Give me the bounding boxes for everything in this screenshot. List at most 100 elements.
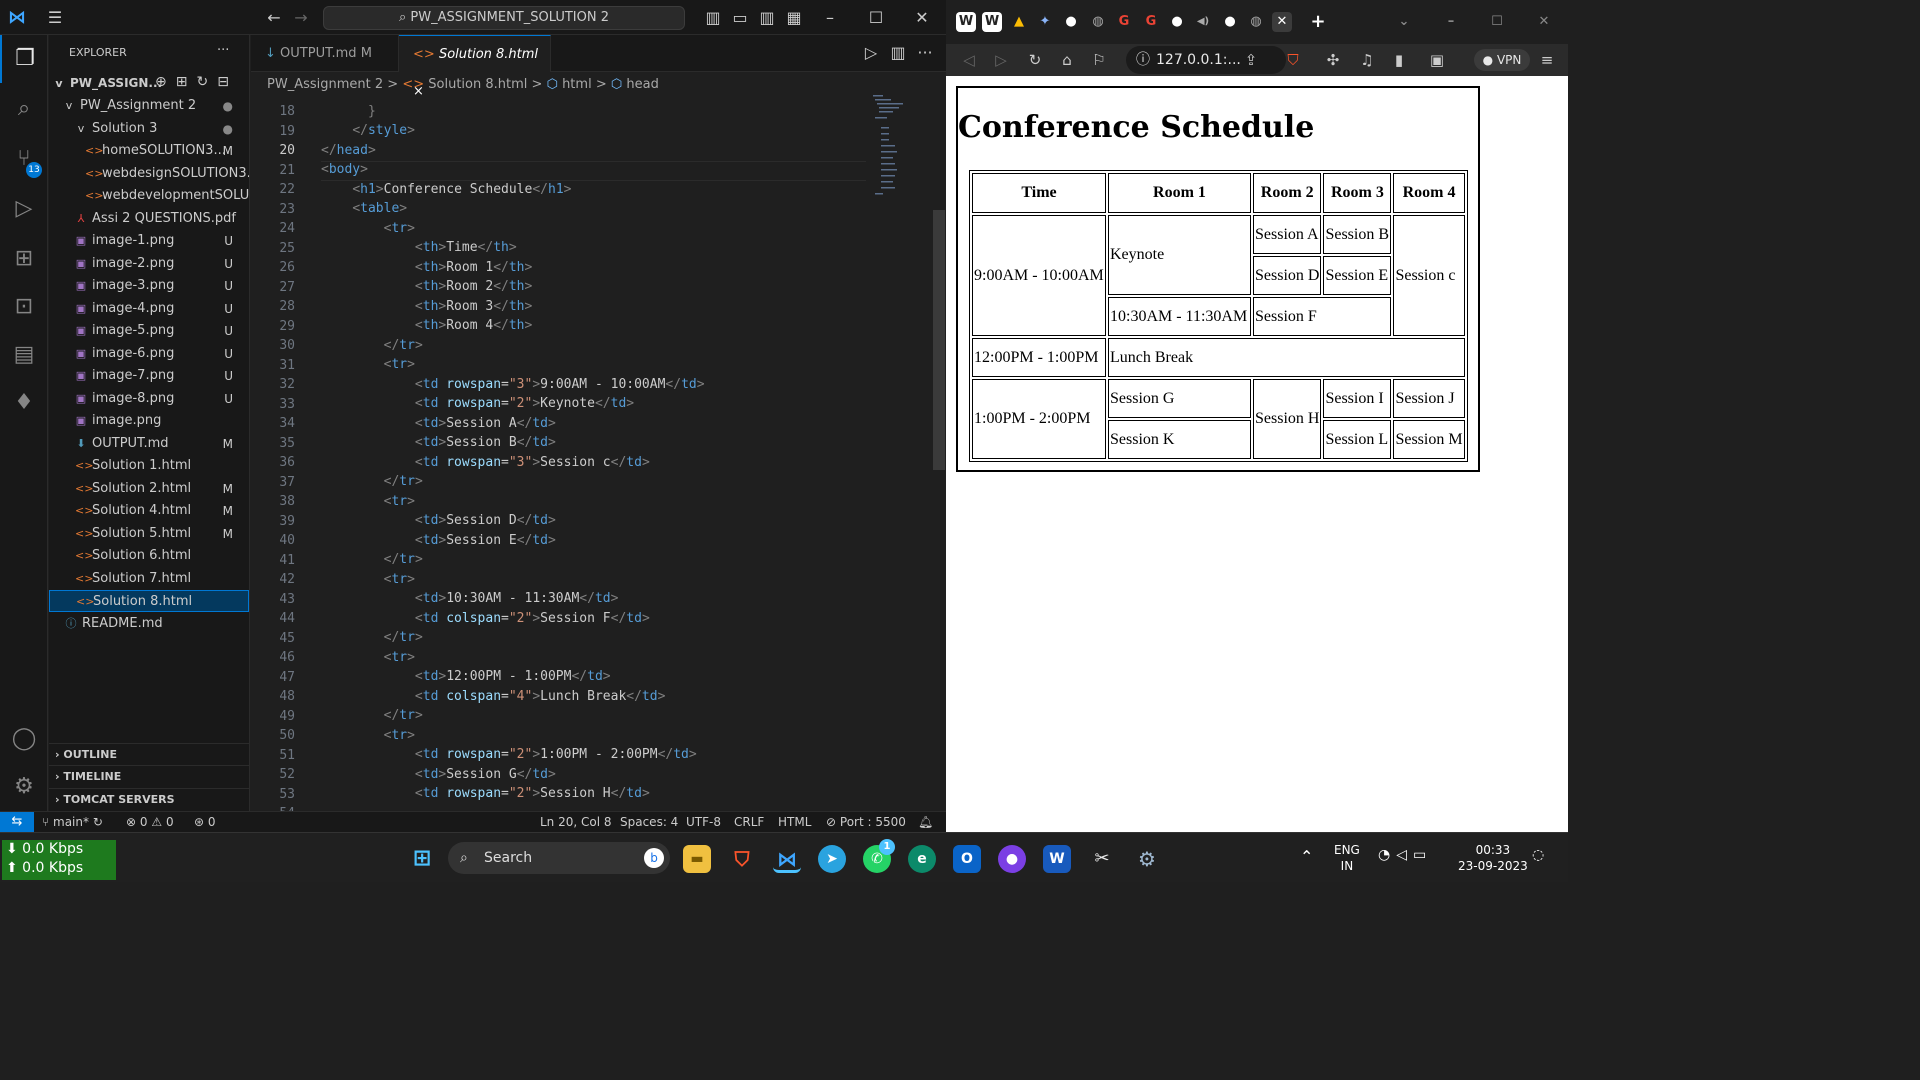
breadcrumb-html[interactable]: html [562,77,592,92]
system-tray-icons[interactable]: ◔◁▭ [1378,847,1432,863]
reload-icon[interactable]: ↻ [1024,49,1046,71]
forward-arrow-icon[interactable]: → [291,8,311,28]
github-tab-icon[interactable]: ● [1220,12,1240,32]
live-server-port[interactable]: ⊘ Port : 5500 [826,812,906,832]
accounts-icon[interactable]: ◯ [0,715,48,763]
file-tree-item[interactable]: <>webdesignSOLUTION3.... [49,163,249,185]
python-icon[interactable]: ♦ [0,379,48,427]
close-tab-icon[interactable]: ✕ [1272,12,1292,32]
file-tree-item[interactable]: ▣ image-1.png U [49,230,249,252]
more-actions-icon[interactable]: ··· [217,43,229,58]
extensions-icon[interactable]: ⊞ [0,235,48,283]
file-explorer-icon[interactable]: ▬ [683,845,711,873]
globe-tab-icon[interactable]: ◍ [1246,12,1266,32]
run-debug-icon[interactable]: ▷ [0,185,48,233]
notifications-bell-icon[interactable]: 🔔︎ [918,812,933,832]
github-tab-icon[interactable]: ● [1167,12,1187,32]
file-tree-item[interactable]: ▣ image-4.png U [49,298,249,320]
menu-icon[interactable]: ☰ [45,8,65,28]
address-bar[interactable]: ⓘ 127.0.0.1:... [1126,46,1286,74]
editor-scrollbar[interactable] [933,210,945,470]
globe-tab-icon[interactable]: ◍ [1088,12,1108,32]
telegram-icon[interactable]: ➤ [818,845,846,873]
taskbar-search[interactable]: ⌕ Search b [448,842,670,874]
forward-icon[interactable]: ▷ [990,49,1012,71]
file-tree-item[interactable]: <>homeSOLUTION3.... M [49,140,249,162]
outlook-icon[interactable]: O [953,845,981,873]
timeline-section[interactable]: › TIMELINE [49,765,249,787]
file-tree-item[interactable]: <>webdevelopmentSOLU... [49,185,249,207]
edge-icon[interactable]: e [908,845,936,873]
problems-indicator[interactable]: ⊗ 0 ⚠ 0 [126,812,174,832]
close-window-icon[interactable]: ✕ [912,8,932,28]
vpn-button[interactable]: ● VPN [1474,49,1530,71]
word-icon[interactable]: W [1043,845,1071,873]
file-tree-item[interactable]: ▣ image-8.png U [49,388,249,410]
minimap[interactable] [871,93,931,213]
file-tree-item[interactable]: ⓘ README.md [49,613,249,635]
file-tree-item[interactable]: ⬇ OUTPUT.md M [49,433,249,455]
tray-overflow-icon[interactable]: ⌃ [1300,847,1313,866]
toggle-secondary-sidebar-icon[interactable]: ▥ [757,8,777,28]
new-tab-icon[interactable]: + [1308,12,1328,32]
file-tree-item[interactable]: v PW_Assignment 2 ● [49,95,249,117]
run-file-icon[interactable]: ▷ [861,43,881,63]
file-tree-item[interactable]: ▣ image-7.png U [49,365,249,387]
home-icon[interactable]: ⌂ [1056,49,1078,71]
start-windows-icon[interactable]: ⊞ [408,845,436,873]
tab-search-icon[interactable]: ⌄ [1394,12,1414,32]
vscode-taskbar-icon[interactable]: ⋈ [773,845,801,873]
file-tree-item[interactable]: <>Solution 8.html [49,590,249,612]
extensions-icon[interactable]: ✣ [1322,49,1344,71]
ports-indicator[interactable]: ⊛ 0 [194,812,216,832]
minimize-icon[interactable]: – [1441,12,1461,32]
customize-layout-icon[interactable]: ▦ [784,8,804,28]
drive-tab-icon[interactable]: ▲ [1009,12,1029,32]
tab-output-md[interactable]: ↓ OUTPUT.md M [251,35,399,72]
notebook-icon[interactable]: ▤ [0,331,48,379]
settings-gear-icon[interactable]: ⚙ [0,763,48,811]
google-tab-icon[interactable]: G [1141,12,1161,32]
snipping-tool-icon[interactable]: ✂ [1088,845,1116,873]
breadcrumb-folder[interactable]: PW_Assignment 2 [267,77,383,92]
file-tree-item[interactable]: <>Solution 4.html M [49,500,249,522]
back-icon[interactable]: ◁ [958,49,980,71]
cursor-position[interactable]: Ln 20, Col 8 [540,812,612,832]
explorer-icon[interactable]: ❐ [0,35,48,83]
command-center[interactable]: ⌕ PW_ASSIGNMENT_SOLUTION 2 [323,6,685,30]
maximize-icon[interactable]: ☐ [1487,12,1507,32]
site-info-icon[interactable]: ⓘ [1136,46,1150,74]
language-mode[interactable]: HTML [778,812,811,832]
file-tree-item[interactable]: <>Solution 1.html [49,455,249,477]
wallet-icon[interactable]: ▣ [1426,49,1448,71]
minimize-icon[interactable]: – [820,8,840,28]
source-control-icon[interactable]: ⑂ 13 [0,135,48,183]
branch-indicator[interactable]: ⑂ main* ↻ [42,812,103,832]
brave-shields-icon[interactable]: ⛉ [1282,49,1304,71]
file-tree-item[interactable]: ▣ image-3.png U [49,275,249,297]
split-editor-icon[interactable]: ▥ [888,43,908,63]
file-tree-item[interactable]: ⅄ Assi 2 QUESTIONS.pdf [49,208,249,230]
indentation[interactable]: Spaces: 4 [620,812,678,832]
github-desktop-icon[interactable]: ● [998,845,1026,873]
encoding[interactable]: UTF-8 [686,812,721,832]
media-icon[interactable]: ♫ [1356,49,1378,71]
language-indicator[interactable]: ENG IN [1334,842,1360,874]
wordpress-tab-icon[interactable]: W [982,12,1002,32]
tomcat-servers-section[interactable]: › TOMCAT SERVERS [49,788,249,810]
file-tree-item[interactable]: <>Solution 5.html M [49,523,249,545]
editor-more-icon[interactable]: ··· [915,43,935,63]
sidebar-icon[interactable]: ▮ [1388,49,1410,71]
file-tree-item[interactable]: v Solution 3 ● [49,118,249,140]
remote-explorer-icon[interactable]: ⊡ [0,283,48,331]
browser-menu-icon[interactable]: ≡ [1536,49,1558,71]
file-tree-item[interactable]: ▣ image-5.png U [49,320,249,342]
remote-indicator-icon[interactable]: ⇆ [0,812,34,833]
google-tab-icon[interactable]: G [1114,12,1134,32]
whatsapp-icon[interactable]: ✆ 1 [863,839,895,873]
search-icon[interactable]: ⌕ [0,85,48,133]
settings-icon[interactable]: ⚙ [1133,845,1161,873]
file-tree-item[interactable]: ▣ image-2.png U [49,253,249,275]
breadcrumb-file[interactable]: Solution 8.html [428,77,527,92]
line-endings[interactable]: CRLF [734,812,764,832]
